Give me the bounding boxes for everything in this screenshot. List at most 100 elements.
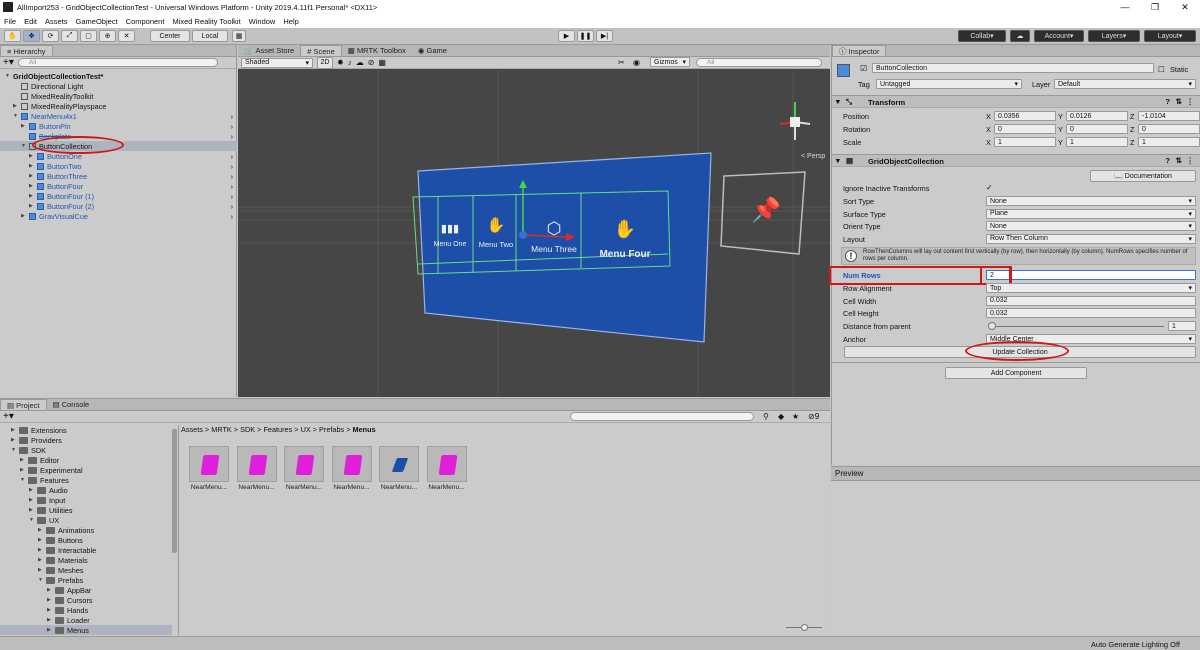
prefab-open-icon[interactable]: ›	[231, 202, 233, 211]
transform-z-field[interactable]: 0	[1138, 124, 1200, 134]
expand-arrow-icon[interactable]: ▶	[29, 173, 37, 179]
prefab-open-icon[interactable]: ›	[231, 112, 233, 121]
crumb-menus[interactable]: Menus	[353, 425, 376, 434]
folder-arrow-icon[interactable]: ▶	[11, 437, 19, 443]
folder-arrow-icon[interactable]: ▼	[29, 517, 37, 523]
expand-arrow-icon[interactable]: ▶	[29, 153, 37, 159]
folder-arrow-icon[interactable]: ▶	[20, 457, 28, 463]
folder-row[interactable]: ▶ Audio	[0, 485, 172, 495]
transform-z-field[interactable]: -1.0104	[1138, 111, 1200, 121]
prefab-thumbnail[interactable]	[236, 446, 277, 482]
folder-row[interactable]: ▶ Loader	[0, 615, 172, 625]
field-dropdown[interactable]: None	[986, 221, 1196, 231]
step-button[interactable]: ▶|	[596, 30, 613, 42]
prefab-open-icon[interactable]: ›	[231, 132, 233, 141]
prefab-open-icon[interactable]: ›	[231, 172, 233, 181]
custom-tool-icon[interactable]: ✕	[118, 30, 135, 42]
folder-arrow-icon[interactable]: ▶	[38, 567, 46, 573]
menu-help[interactable]: Help	[283, 17, 298, 26]
folder-arrow-icon[interactable]: ▼	[11, 447, 19, 453]
field-dropdown[interactable]: Plane	[986, 208, 1196, 219]
folder-row[interactable]: ▼ UX	[0, 515, 172, 525]
prefab-open-icon[interactable]: ›	[231, 182, 233, 191]
persp-label[interactable]: < Persp	[801, 153, 825, 160]
expand-arrow-icon[interactable]: ▼	[5, 73, 13, 79]
transform-tool-icon[interactable]: ⊕	[99, 30, 116, 42]
hierarchy-row[interactable]: ▼ GridObjectCollectionTest*	[0, 71, 237, 81]
tab-scene[interactable]: # Scene	[300, 45, 342, 56]
object-name-field[interactable]: ButtonCollection	[872, 63, 1154, 73]
hierarchy-search-input[interactable]: All	[17, 58, 218, 67]
folder-row[interactable]: ▶ Menus	[0, 625, 172, 635]
splitter[interactable]	[178, 425, 179, 635]
transform-y-field[interactable]: 0.0126	[1066, 111, 1128, 121]
filter-type-icon[interactable]: ⚲	[763, 412, 769, 421]
grid-collection-header[interactable]: ▾ ▤ GridObjectCollection ? ⇅ ⋮	[832, 154, 1200, 167]
tab-mrtk-toolbox[interactable]: ▦ MRTK Toolbox	[342, 45, 412, 56]
transform-z-field[interactable]: 1	[1138, 137, 1200, 147]
hierarchy-row[interactable]: ▶ ButtonFour (1) ›	[0, 191, 237, 201]
create-plus-icon[interactable]: +▾	[3, 57, 14, 68]
account-button[interactable]: Account ▾	[1034, 30, 1084, 42]
scale-tool-icon[interactable]: ⤢	[61, 30, 78, 42]
folder-arrow-icon[interactable]: ▶	[38, 527, 46, 533]
folder-row[interactable]: ▼ Prefabs	[0, 575, 172, 585]
field-dropdown[interactable]: Top	[986, 283, 1196, 293]
tab-console[interactable]: ▤ Console	[47, 399, 96, 410]
folder-row[interactable]: ▶ Buttons	[0, 535, 172, 545]
folder-row[interactable]: ▶ Extensions	[0, 425, 172, 435]
favorite-icon[interactable]: ★	[792, 412, 799, 421]
project-search-input[interactable]	[570, 412, 754, 421]
preset-icon[interactable]: ⇅	[1176, 97, 1182, 106]
folder-arrow-icon[interactable]: ▶	[11, 427, 19, 433]
layer-dropdown[interactable]: Default	[1054, 79, 1196, 89]
folder-row[interactable]: ▶ Editor	[0, 455, 172, 465]
expand-arrow-icon[interactable]: ▶	[29, 183, 37, 189]
hand-tool-icon[interactable]: ✋	[4, 30, 21, 42]
effects-icon[interactable]: ☁	[356, 58, 364, 67]
num-rows-field[interactable]: 2	[986, 270, 1196, 280]
transform-header[interactable]: ▾ ⤡ Transform ? ⇅ ⋮	[832, 95, 1200, 108]
ignore-inactive-checkbox[interactable]: ✓	[986, 183, 993, 192]
folder-arrow-icon[interactable]: ▶	[47, 607, 55, 613]
menu-edit[interactable]: Edit	[24, 17, 37, 26]
folder-arrow-icon[interactable]: ▶	[29, 497, 37, 503]
menu-gameobject[interactable]: GameObject	[76, 17, 118, 26]
hierarchy-row[interactable]: ▶ ButtonOne ›	[0, 151, 237, 161]
prefab-open-icon[interactable]: ›	[231, 152, 233, 161]
folder-row[interactable]: ▶ Meshes	[0, 565, 172, 575]
expand-arrow-icon[interactable]: ▼	[21, 143, 29, 149]
tab-game[interactable]: ◉ Game	[412, 45, 453, 56]
menu-three-label[interactable]: Menu Three	[531, 244, 577, 254]
hierarchy-row[interactable]: ▼ NearMenu4x1 ›	[0, 111, 237, 121]
transform-x-field[interactable]: 1	[994, 137, 1056, 147]
tree-scrollbar[interactable]	[172, 429, 177, 553]
crumb-ux[interactable]: UX	[301, 425, 311, 434]
add-component-button[interactable]: Add Component	[945, 367, 1087, 379]
hierarchy-row[interactable]: ▶ ButtonFour ›	[0, 181, 237, 191]
transform-y-field[interactable]: 0	[1066, 124, 1128, 134]
menu-one-label[interactable]: Menu One	[434, 241, 467, 248]
hierarchy-row[interactable]: Backplate ›	[0, 131, 237, 141]
help-icon[interactable]: ?	[1165, 97, 1170, 106]
hidden-objects-icon[interactable]: ⊘	[368, 58, 375, 67]
expand-arrow-icon[interactable]: ▶	[13, 103, 21, 109]
folder-row[interactable]: ▶ Input	[0, 495, 172, 505]
expand-arrow-icon[interactable]: ▶	[29, 203, 37, 209]
tab-project[interactable]: ▤ Project	[0, 399, 47, 410]
hierarchy-row[interactable]: ▶ MixedRealityPlayspace	[0, 101, 237, 111]
menu-component[interactable]: Component	[126, 17, 165, 26]
prefab-thumbnail[interactable]	[379, 446, 419, 482]
folder-arrow-icon[interactable]: ▶	[29, 487, 37, 493]
crumb-mrtk[interactable]: MRTK	[211, 425, 232, 434]
crumb-features[interactable]: Features	[263, 425, 292, 434]
distance-slider-track[interactable]	[988, 326, 1164, 327]
menu-two-label[interactable]: Menu Two	[479, 240, 513, 249]
prefab-open-icon[interactable]: ›	[231, 212, 233, 221]
cloud-icon[interactable]: ☁	[1010, 30, 1030, 42]
move-tool-icon[interactable]: ✥	[23, 30, 40, 42]
folder-arrow-icon[interactable]: ▼	[20, 477, 28, 483]
expand-arrow-icon[interactable]: ▶	[21, 213, 29, 219]
folder-arrow-icon[interactable]: ▶	[47, 617, 55, 623]
scene-viewport[interactable]: 📌 ▮▮▮ Menu One ✋ Menu Two ⬡ Menu Three ✋…	[238, 70, 830, 397]
